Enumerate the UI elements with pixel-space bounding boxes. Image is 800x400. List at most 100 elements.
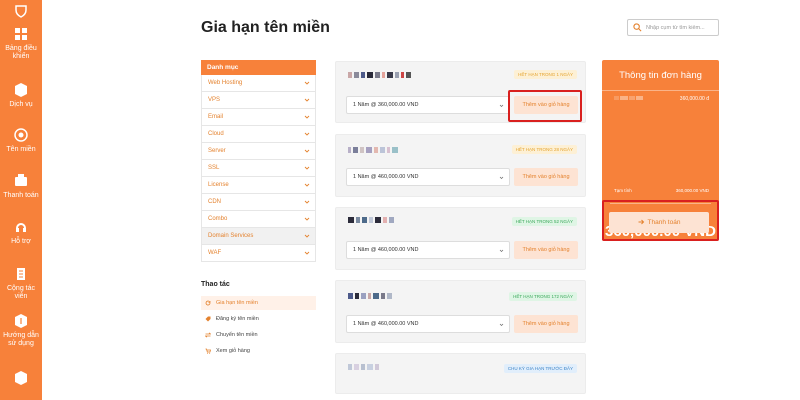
nav-item-partner[interactable]: Cộng tác viên (0, 266, 42, 301)
category-label: Cloud (208, 131, 224, 137)
subtotal-label: Tạm tính (614, 188, 632, 193)
period-value: 1 Năm @ 360,000.00 VND (353, 102, 419, 108)
nav-item-logo[interactable] (0, 3, 42, 22)
domain-name-redacted (348, 293, 392, 299)
expiry-badge: HẾT HẠN TRONG 1 NGÀY (514, 70, 577, 79)
chevron-down-icon (304, 98, 310, 102)
chevron-down-icon (304, 81, 310, 85)
search-box[interactable] (627, 19, 719, 36)
subtotal-value: 360,000.00 VND (675, 188, 709, 193)
search-icon (633, 23, 642, 32)
left-nav: Bảng điều khiển Dịch vụ Tên miền Thanh t… (0, 0, 42, 400)
refresh-icon (205, 300, 211, 306)
pay-button[interactable]: Thanh toán (609, 212, 709, 233)
category-label: Domain Services (208, 233, 254, 239)
action-transfer-domain[interactable]: Chuyển tên miền (201, 328, 316, 342)
action-label: Xem giỏ hàng (216, 348, 250, 354)
action-renew-domain[interactable]: Gia hạn tên miền (201, 296, 316, 310)
action-label: Gia hạn tên miền (216, 300, 258, 306)
support-icon (16, 223, 26, 232)
category-label: Web Hosting (208, 80, 243, 86)
search-input[interactable] (646, 22, 718, 33)
dashboard-icon (15, 28, 27, 40)
nav-label-partner: Cộng tác viên (6, 285, 36, 300)
nav-item-dashboard[interactable]: Bảng điều khiển (0, 26, 42, 61)
partner-icon (17, 268, 25, 280)
domain-name-redacted (348, 72, 411, 78)
category-label: WAF (208, 250, 222, 256)
page-title: Gia hạn tên miền (201, 19, 330, 36)
category-label: Combo (208, 216, 228, 222)
category-label: VPS (208, 97, 221, 103)
category-web-hosting[interactable]: Web Hosting (201, 75, 316, 92)
chevron-down-icon (304, 217, 310, 221)
category-cloud[interactable]: Cloud (201, 126, 316, 143)
add-to-cart-button[interactable]: Thêm vào giỏ hàng (514, 168, 578, 186)
expiry-badge: HẾT HẠN TRONG 28 NGÀY (511, 145, 577, 154)
add-to-cart-button[interactable]: Thêm vào giỏ hàng (514, 241, 578, 259)
category-email[interactable]: Email (201, 109, 316, 126)
order-divider (602, 90, 719, 91)
category-cdn[interactable]: CDN (201, 194, 316, 211)
expiry-badge: HẾT HẠN TRONG 52 NGÀY (511, 217, 577, 226)
category-waf[interactable]: WAF (201, 245, 316, 262)
nav-item-payment[interactable]: Thanh toán (0, 173, 42, 200)
period-value: 1 Năm @ 460,000.00 VND (353, 321, 419, 327)
period-select[interactable]: 1 Năm @ 460,000.00 VND (346, 315, 510, 333)
nav-item-support[interactable]: Hỗ trợ (0, 219, 42, 246)
box-icon (15, 371, 27, 385)
order-item-redacted (614, 96, 643, 100)
category-server[interactable]: Server (201, 143, 316, 160)
actions-heading: Thao tác (201, 281, 230, 288)
globe-icon (14, 128, 28, 142)
domain-name-redacted (348, 217, 394, 223)
category-panel: Danh mục Web Hosting VPS Email Cloud Ser… (201, 60, 316, 262)
period-value: 1 Năm @ 460,000.00 VND (353, 247, 419, 253)
category-label: CDN (208, 199, 221, 205)
add-to-cart-button[interactable]: Thêm vào giỏ hàng (514, 315, 578, 333)
chevron-down-icon (304, 200, 310, 204)
action-label: Chuyển tên miền (216, 332, 258, 338)
period-select[interactable]: 1 Năm @ 360,000.00 VND (346, 96, 510, 114)
period-select[interactable]: 1 Năm @ 460,000.00 VND (346, 241, 510, 259)
domain-name-redacted (348, 364, 379, 370)
domain-card: HẾT HẠN TRONG 28 NGÀY 1 Năm @ 460,000.00… (335, 134, 586, 197)
transfer-icon (205, 332, 211, 338)
payment-icon (15, 174, 27, 186)
category-license[interactable]: License (201, 177, 316, 194)
category-ssl[interactable]: SSL (201, 160, 316, 177)
pay-label: Thanh toán (647, 219, 681, 226)
renewal-history-badge: CHU KỲ GIA HẠN TRƯỚC ĐÂY (503, 364, 577, 373)
highlight-add-to-cart (508, 90, 582, 122)
nav-item-domains[interactable]: Tên miền (0, 127, 42, 154)
category-domain-services[interactable]: Domain Services (201, 228, 316, 245)
category-label: Server (208, 148, 226, 154)
chevron-down-icon (499, 176, 504, 179)
domain-card: HẾT HẠN TRONG 172 NGÀY 1 Năm @ 460,000.0… (335, 280, 586, 343)
arrow-right-icon (638, 219, 644, 225)
domain-card: HẾT HẠN TRONG 52 NGÀY 1 Năm @ 460,000.00… (335, 207, 586, 270)
nav-item-more[interactable] (0, 370, 42, 389)
domain-card: CHU KỲ GIA HẠN TRƯỚC ĐÂY (335, 353, 586, 394)
action-view-cart[interactable]: Xem giỏ hàng (201, 344, 316, 358)
nav-label-dashboard: Bảng điều khiển (5, 45, 37, 60)
category-combo[interactable]: Combo (201, 211, 316, 228)
chevron-down-icon (499, 104, 504, 107)
action-label: Đăng ký tên miền (216, 316, 259, 322)
category-label: License (208, 182, 229, 188)
category-vps[interactable]: VPS (201, 92, 316, 109)
nav-item-services[interactable]: Dịch vụ (0, 82, 42, 109)
category-heading: Danh mục (201, 60, 316, 75)
category-label: Email (208, 114, 224, 120)
chevron-down-icon (304, 183, 310, 187)
chevron-down-icon (304, 149, 310, 153)
period-select[interactable]: 1 Năm @ 460,000.00 VND (346, 168, 510, 186)
cart-icon (205, 348, 211, 354)
chevron-down-icon (304, 115, 310, 119)
nav-item-guide[interactable]: Hướng dẫn sử dụng (0, 313, 42, 348)
nav-label-payment: Thanh toán (3, 192, 39, 199)
chevron-down-icon (304, 132, 310, 136)
action-register-domain[interactable]: Đăng ký tên miền (201, 312, 316, 326)
chevron-down-icon (304, 166, 310, 170)
chevron-down-icon (304, 234, 310, 238)
